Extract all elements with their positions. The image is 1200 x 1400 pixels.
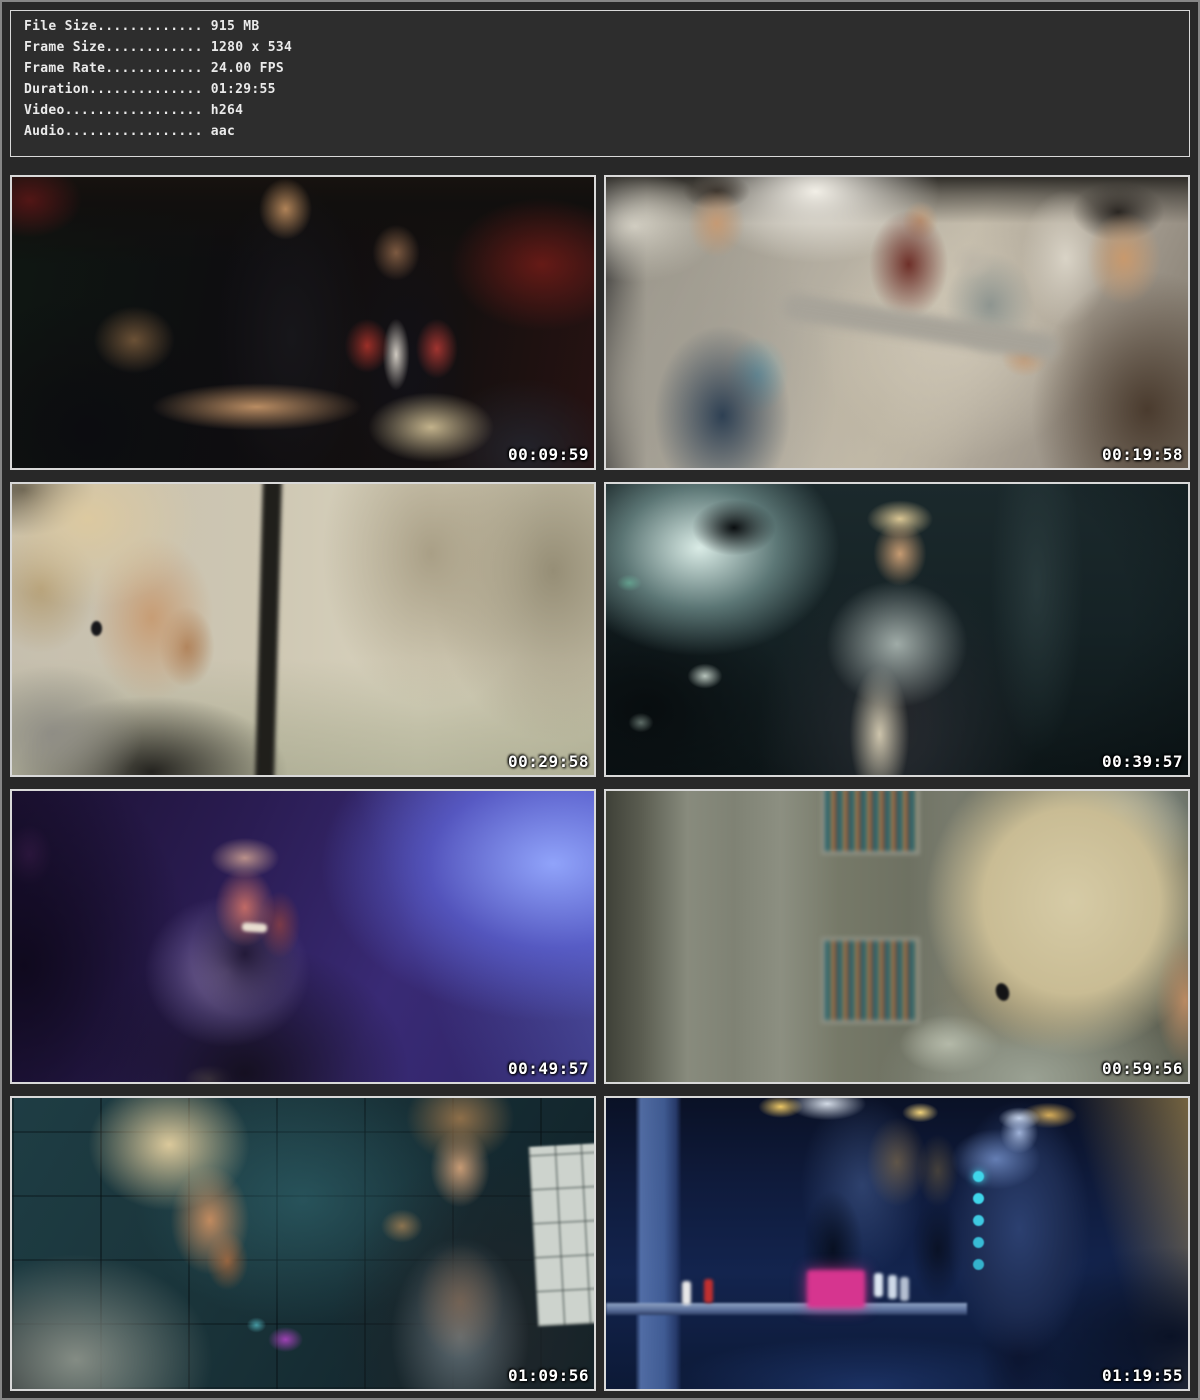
grimace-teeth-shape bbox=[242, 923, 268, 934]
white-frame-shape bbox=[528, 1143, 596, 1327]
info-row-audio: Audio.................aac bbox=[24, 121, 1189, 142]
media-info-panel: File Size.............915 MB Frame Size.… bbox=[10, 10, 1190, 157]
info-label: Audio bbox=[24, 124, 65, 139]
timestamp-overlay: 00:49:57 bbox=[508, 1059, 589, 1078]
window-pillar-shape bbox=[255, 482, 282, 777]
media-preview-sheet: File Size.............915 MB Frame Size.… bbox=[0, 0, 1200, 1400]
video-screenshot-2: 00:19:58 bbox=[604, 175, 1190, 470]
info-row-video: Video.................h264 bbox=[24, 100, 1189, 121]
timestamp-overlay: 00:59:56 bbox=[1102, 1059, 1183, 1078]
info-value: 1280 x 534 bbox=[203, 40, 292, 55]
info-value: 01:29:55 bbox=[203, 82, 276, 97]
video-screenshot-6: 00:59:56 bbox=[604, 789, 1190, 1084]
info-dots: .............. bbox=[89, 82, 203, 97]
wallpaper-panel-shape bbox=[821, 937, 920, 1024]
info-dots: ............. bbox=[97, 19, 203, 34]
timestamp-overlay: 00:39:57 bbox=[1102, 752, 1183, 771]
video-screenshot-1: 00:09:59 bbox=[10, 175, 596, 470]
info-label: File Size bbox=[24, 19, 97, 34]
info-value: h264 bbox=[203, 103, 244, 118]
timestamp-overlay: 01:09:56 bbox=[508, 1366, 589, 1385]
info-value: 24.00 FPS bbox=[203, 61, 284, 76]
led-dots-shape bbox=[973, 1171, 984, 1182]
info-row-duration: Duration..............01:29:55 bbox=[24, 79, 1189, 100]
info-dots: ................. bbox=[65, 103, 203, 118]
table-shape bbox=[606, 1303, 967, 1315]
timestamp-overlay: 00:19:58 bbox=[1102, 445, 1183, 464]
thumbnail-grid: 00:09:59 00:19:58 00:29:58 00:39:57 00:4… bbox=[2, 175, 1198, 1391]
timestamp-overlay: 00:09:59 bbox=[508, 445, 589, 464]
timestamp-overlay: 00:29:58 bbox=[508, 752, 589, 771]
video-screenshot-5: 00:49:57 bbox=[10, 789, 596, 1084]
info-label: Frame Size bbox=[24, 40, 105, 55]
info-label: Video bbox=[24, 103, 65, 118]
bottles-shape bbox=[874, 1273, 883, 1297]
info-row-file-size: File Size.............915 MB bbox=[24, 16, 1189, 37]
info-value: 915 MB bbox=[203, 19, 260, 34]
video-screenshot-4: 00:39:57 bbox=[604, 482, 1190, 777]
info-row-frame-size: Frame Size............1280 x 534 bbox=[24, 37, 1189, 58]
info-label: Frame Rate bbox=[24, 61, 105, 76]
wallpaper-panel-shape bbox=[821, 789, 920, 855]
info-dots: ................. bbox=[65, 124, 203, 139]
info-dots: ............ bbox=[105, 61, 203, 76]
timestamp-overlay: 01:19:55 bbox=[1102, 1366, 1183, 1385]
info-row-frame-rate: Frame Rate............24.00 FPS bbox=[24, 58, 1189, 79]
info-dots: ............ bbox=[105, 40, 203, 55]
figure-arm-shape bbox=[780, 292, 1060, 362]
video-screenshot-8: 01:19:55 bbox=[604, 1096, 1190, 1391]
earbud-shape bbox=[993, 981, 1011, 1002]
info-label: Duration bbox=[24, 82, 89, 97]
video-screenshot-7: 01:09:56 bbox=[10, 1096, 596, 1391]
video-screenshot-3: 00:29:58 bbox=[10, 482, 596, 777]
info-value: aac bbox=[203, 124, 235, 139]
earbud-shape bbox=[91, 621, 102, 636]
pink-box-shape bbox=[807, 1270, 865, 1308]
